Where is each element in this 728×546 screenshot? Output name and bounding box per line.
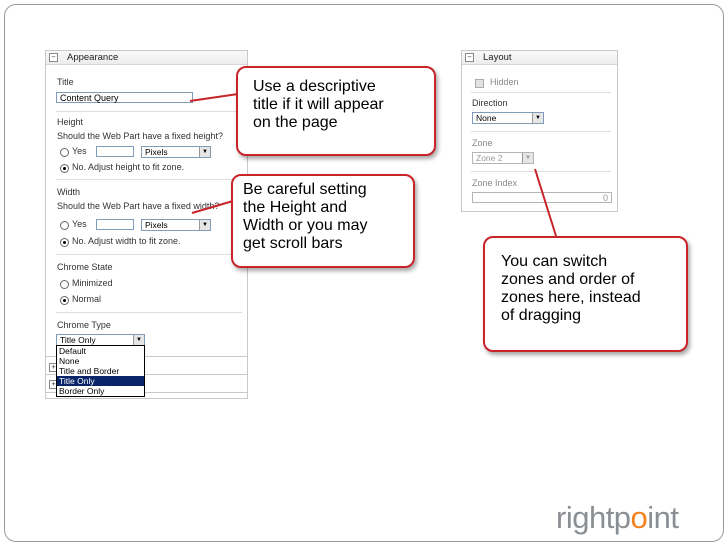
arrow-zone (534, 168, 557, 237)
arrow-size (191, 200, 234, 214)
logo-text: rightp (556, 500, 631, 535)
rightpoint-logo: rightpoint (556, 500, 679, 536)
callout-line: You can switch (501, 253, 608, 270)
logo-accent: o (630, 500, 648, 535)
callout-title: Use a descriptive title if it will appea… (236, 66, 436, 156)
callout-line: get scroll bars (243, 235, 343, 252)
callout-line: title if it will appear (253, 96, 384, 113)
callout-line: Width or you may (243, 217, 368, 234)
callout-line: the Height and (243, 199, 348, 216)
callout-size: Be careful setting the Height and Width … (231, 174, 415, 268)
callout-line: Use a descriptive (253, 78, 376, 95)
logo-text: int (647, 500, 679, 535)
callout-line: zones and order of (501, 271, 635, 288)
callout-line: Be careful setting (243, 181, 367, 198)
callout-zones: You can switch zones and order of zones … (483, 236, 688, 352)
callout-line: zones here, instead (501, 289, 641, 306)
arrow-title (189, 93, 239, 102)
callout-line: on the page (253, 114, 338, 131)
callout-line: of dragging (501, 307, 582, 324)
